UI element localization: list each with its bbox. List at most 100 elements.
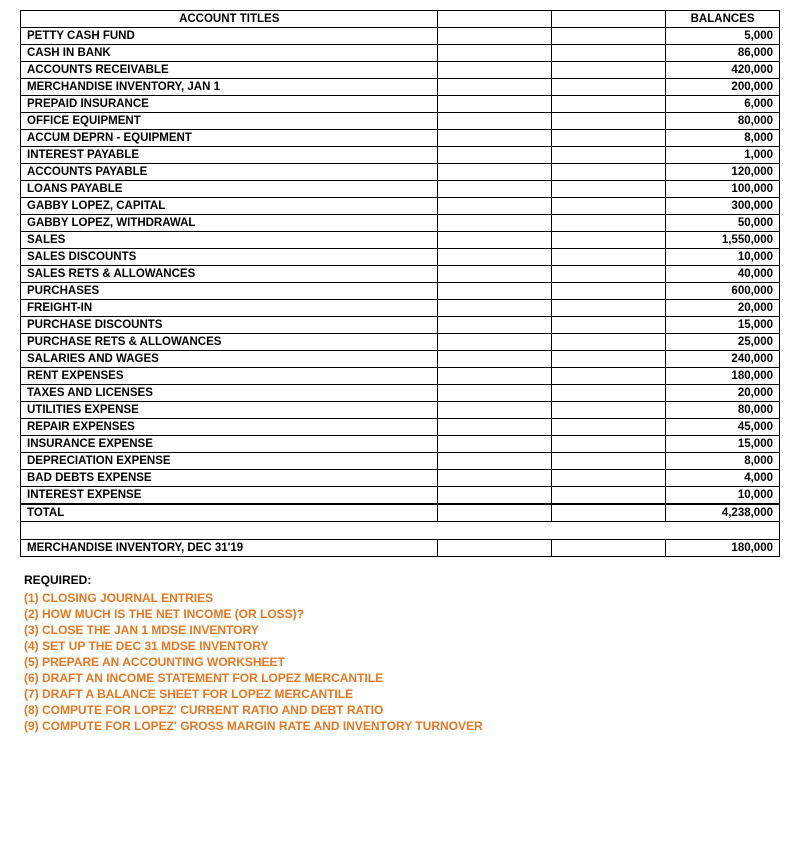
debit-cell (438, 487, 552, 505)
debit-cell (438, 300, 552, 317)
account-name: CASH IN BANK (21, 45, 438, 62)
table-row: SALARIES AND WAGES240,000 (21, 351, 780, 368)
debit-cell (438, 540, 552, 557)
debit-cell (438, 504, 552, 522)
table-row: UTILITIES EXPENSE80,000 (21, 402, 780, 419)
header-account: ACCOUNT TITLES (21, 11, 438, 28)
table-row: PETTY CASH FUND 5,000 (21, 28, 780, 45)
account-table: ACCOUNT TITLES BALANCES PETTY CASH FUND 5… (20, 10, 780, 557)
header-col3 (552, 11, 666, 28)
balance-cell: 120,000 (666, 164, 780, 181)
balance-cell: 100,000 (666, 181, 780, 198)
debit-cell (438, 419, 552, 436)
account-name: GABBY LOPEZ, CAPITAL (21, 198, 438, 215)
debit-cell (438, 436, 552, 453)
debit-cell (438, 334, 552, 351)
debit-cell (438, 198, 552, 215)
table-row: SALES DISCOUNTS10,000 (21, 249, 780, 266)
required-item: (2) HOW MUCH IS THE NET INCOME (OR LOSS)… (24, 607, 780, 621)
credit-cell (552, 470, 666, 487)
account-name: PURCHASE RETS & ALLOWANCES (21, 334, 438, 351)
balance-cell: 240,000 (666, 351, 780, 368)
table-row: LOANS PAYABLE 100,000 (21, 181, 780, 198)
header-balance: BALANCES (666, 11, 780, 28)
table-row: INTEREST PAYABLE1,000 (21, 147, 780, 164)
credit-cell (552, 28, 666, 45)
table-row: OFFICE EQUIPMENT80,000 (21, 113, 780, 130)
balance-cell: 180,000 (666, 368, 780, 385)
account-name: SALES (21, 232, 438, 249)
table-row: MERCHANDISE INVENTORY, JAN 1 200,000 (21, 79, 780, 96)
credit-cell (552, 96, 666, 113)
debit-cell (438, 45, 552, 62)
table-row: PURCHASES 600,000 (21, 283, 780, 300)
credit-cell (552, 317, 666, 334)
credit-cell (552, 45, 666, 62)
required-section: REQUIRED: (1) CLOSING JOURNAL ENTRIES(2)… (20, 573, 780, 733)
credit-cell (552, 215, 666, 232)
balance-cell: 5,000 (666, 28, 780, 45)
credit-cell (552, 113, 666, 130)
account-name: PURCHASE DISCOUNTS (21, 317, 438, 334)
balance-cell: 86,000 (666, 45, 780, 62)
balance-cell: 10,000 (666, 249, 780, 266)
account-name: REPAIR EXPENSES (21, 419, 438, 436)
debit-cell (438, 317, 552, 334)
balance-cell: 180,000 (666, 540, 780, 557)
credit-cell (552, 334, 666, 351)
table-row: INSURANCE EXPENSE15,000 (21, 436, 780, 453)
table-row: FREIGHT-IN 20,000 (21, 300, 780, 317)
table-row: RENT EXPENSES180,000 (21, 368, 780, 385)
table-row: CASH IN BANK 86,000 (21, 45, 780, 62)
table-row: MERCHANDISE INVENTORY, DEC 31'19 180,000 (21, 540, 780, 557)
credit-cell (552, 79, 666, 96)
credit-cell (552, 351, 666, 368)
credit-cell (552, 283, 666, 300)
account-name: PURCHASES (21, 283, 438, 300)
account-name: SALES RETS & ALLOWANCES (21, 266, 438, 283)
account-name: MERCHANDISE INVENTORY, JAN 1 (21, 79, 438, 96)
account-name: PREPAID INSURANCE (21, 96, 438, 113)
balance-cell: 4,238,000 (666, 504, 780, 522)
balance-cell: 15,000 (666, 317, 780, 334)
account-name: LOANS PAYABLE (21, 181, 438, 198)
credit-cell (552, 181, 666, 198)
required-label: REQUIRED: (24, 573, 780, 587)
balance-cell: 25,000 (666, 334, 780, 351)
table-row: GABBY LOPEZ, WITHDRAWAL50,000 (21, 215, 780, 232)
balance-cell: 8,000 (666, 130, 780, 147)
account-name: MERCHANDISE INVENTORY, DEC 31'19 (21, 540, 438, 557)
required-item: (6) DRAFT AN INCOME STATEMENT FOR LOPEZ … (24, 671, 780, 685)
balance-cell: 200,000 (666, 79, 780, 96)
credit-cell (552, 266, 666, 283)
account-name: ACCOUNTS PAYABLE (21, 164, 438, 181)
credit-cell (552, 385, 666, 402)
balance-cell: 4,000 (666, 470, 780, 487)
account-name: GABBY LOPEZ, WITHDRAWAL (21, 215, 438, 232)
credit-cell (552, 487, 666, 505)
debit-cell (438, 62, 552, 79)
table-row: ACCOUNTS PAYABLE 120,000 (21, 164, 780, 181)
credit-cell (552, 232, 666, 249)
account-name: TOTAL (21, 504, 438, 522)
debit-cell (438, 402, 552, 419)
table-row: DEPRECIATION EXPENSE8,000 (21, 453, 780, 470)
credit-cell (552, 147, 666, 164)
account-name: ACCOUNTS RECEIVABLE (21, 62, 438, 79)
account-name: ACCUM DEPRN - EQUIPMENT (21, 130, 438, 147)
credit-cell (552, 300, 666, 317)
account-name: FREIGHT-IN (21, 300, 438, 317)
table-row: TAXES AND LICENSES20,000 (21, 385, 780, 402)
balance-cell: 20,000 (666, 385, 780, 402)
debit-cell (438, 181, 552, 198)
balance-cell: 600,000 (666, 283, 780, 300)
account-name: INTEREST EXPENSE (21, 487, 438, 505)
credit-cell (552, 164, 666, 181)
account-name: PETTY CASH FUND (21, 28, 438, 45)
debit-cell (438, 79, 552, 96)
account-name: DEPRECIATION EXPENSE (21, 453, 438, 470)
debit-cell (438, 96, 552, 113)
table-row: GABBY LOPEZ, CAPITAL300,000 (21, 198, 780, 215)
balance-cell: 1,550,000 (666, 232, 780, 249)
balance-cell: 20,000 (666, 300, 780, 317)
